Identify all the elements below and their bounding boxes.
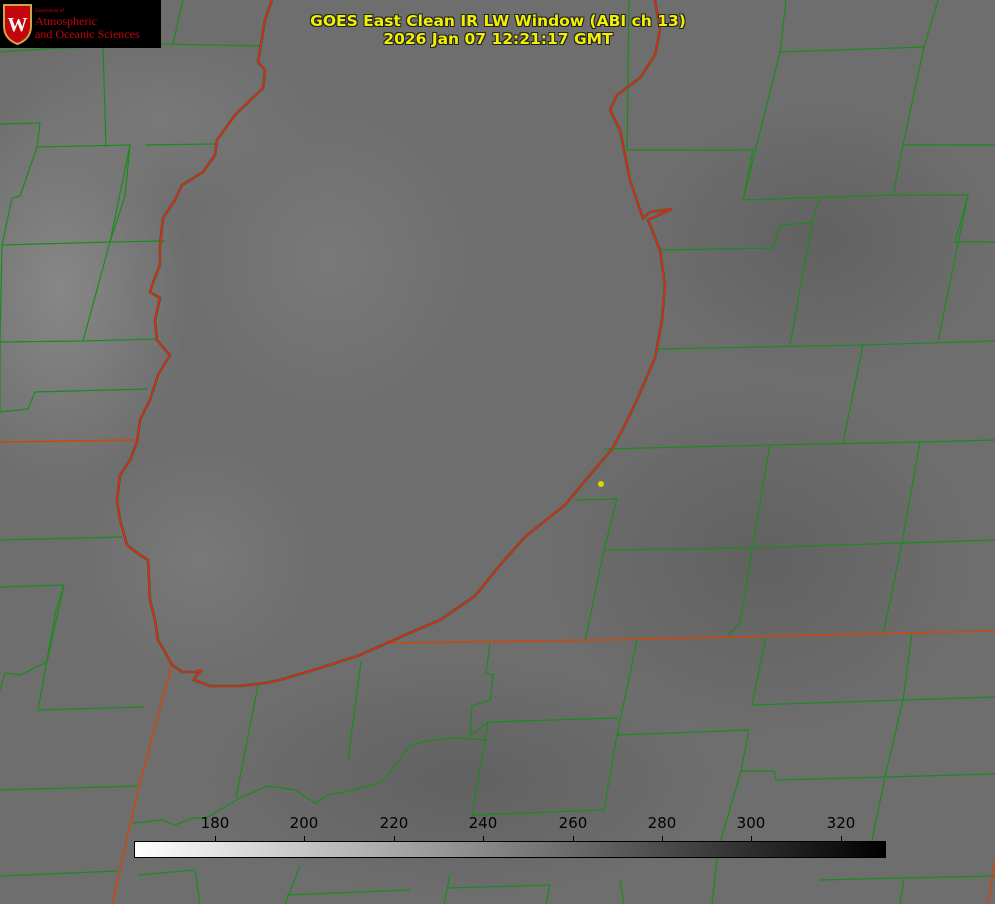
colorbar-tick-label: 240: [468, 814, 498, 832]
temperature-colorbar: [134, 841, 886, 858]
uw-aos-logo[interactable]: W Department of Atmospheric and Oceanic …: [0, 0, 161, 48]
svg-text:W: W: [8, 14, 28, 36]
colorbar-tick-label: 200: [289, 814, 319, 832]
satellite-map[interactable]: [0, 0, 995, 904]
colorbar-tick-label: 180: [200, 814, 230, 832]
crest-icon: W: [3, 4, 32, 46]
logo-line-2: and Oceanic Sciences: [35, 27, 140, 41]
colorbar-tick-label: 300: [736, 814, 766, 832]
colorbar-tick-label: 320: [826, 814, 856, 832]
colorbar-tick-label: 280: [647, 814, 677, 832]
colorbar-tick-label: 220: [379, 814, 409, 832]
image-title: GOES East Clean IR LW Window (ABI ch 13): [310, 12, 686, 30]
location-marker: [598, 481, 604, 487]
colorbar-tick-label: 260: [558, 814, 588, 832]
image-timestamp: 2026 Jan 07 12:21:17 GMT: [383, 30, 613, 48]
ir-imagery: [0, 0, 995, 904]
